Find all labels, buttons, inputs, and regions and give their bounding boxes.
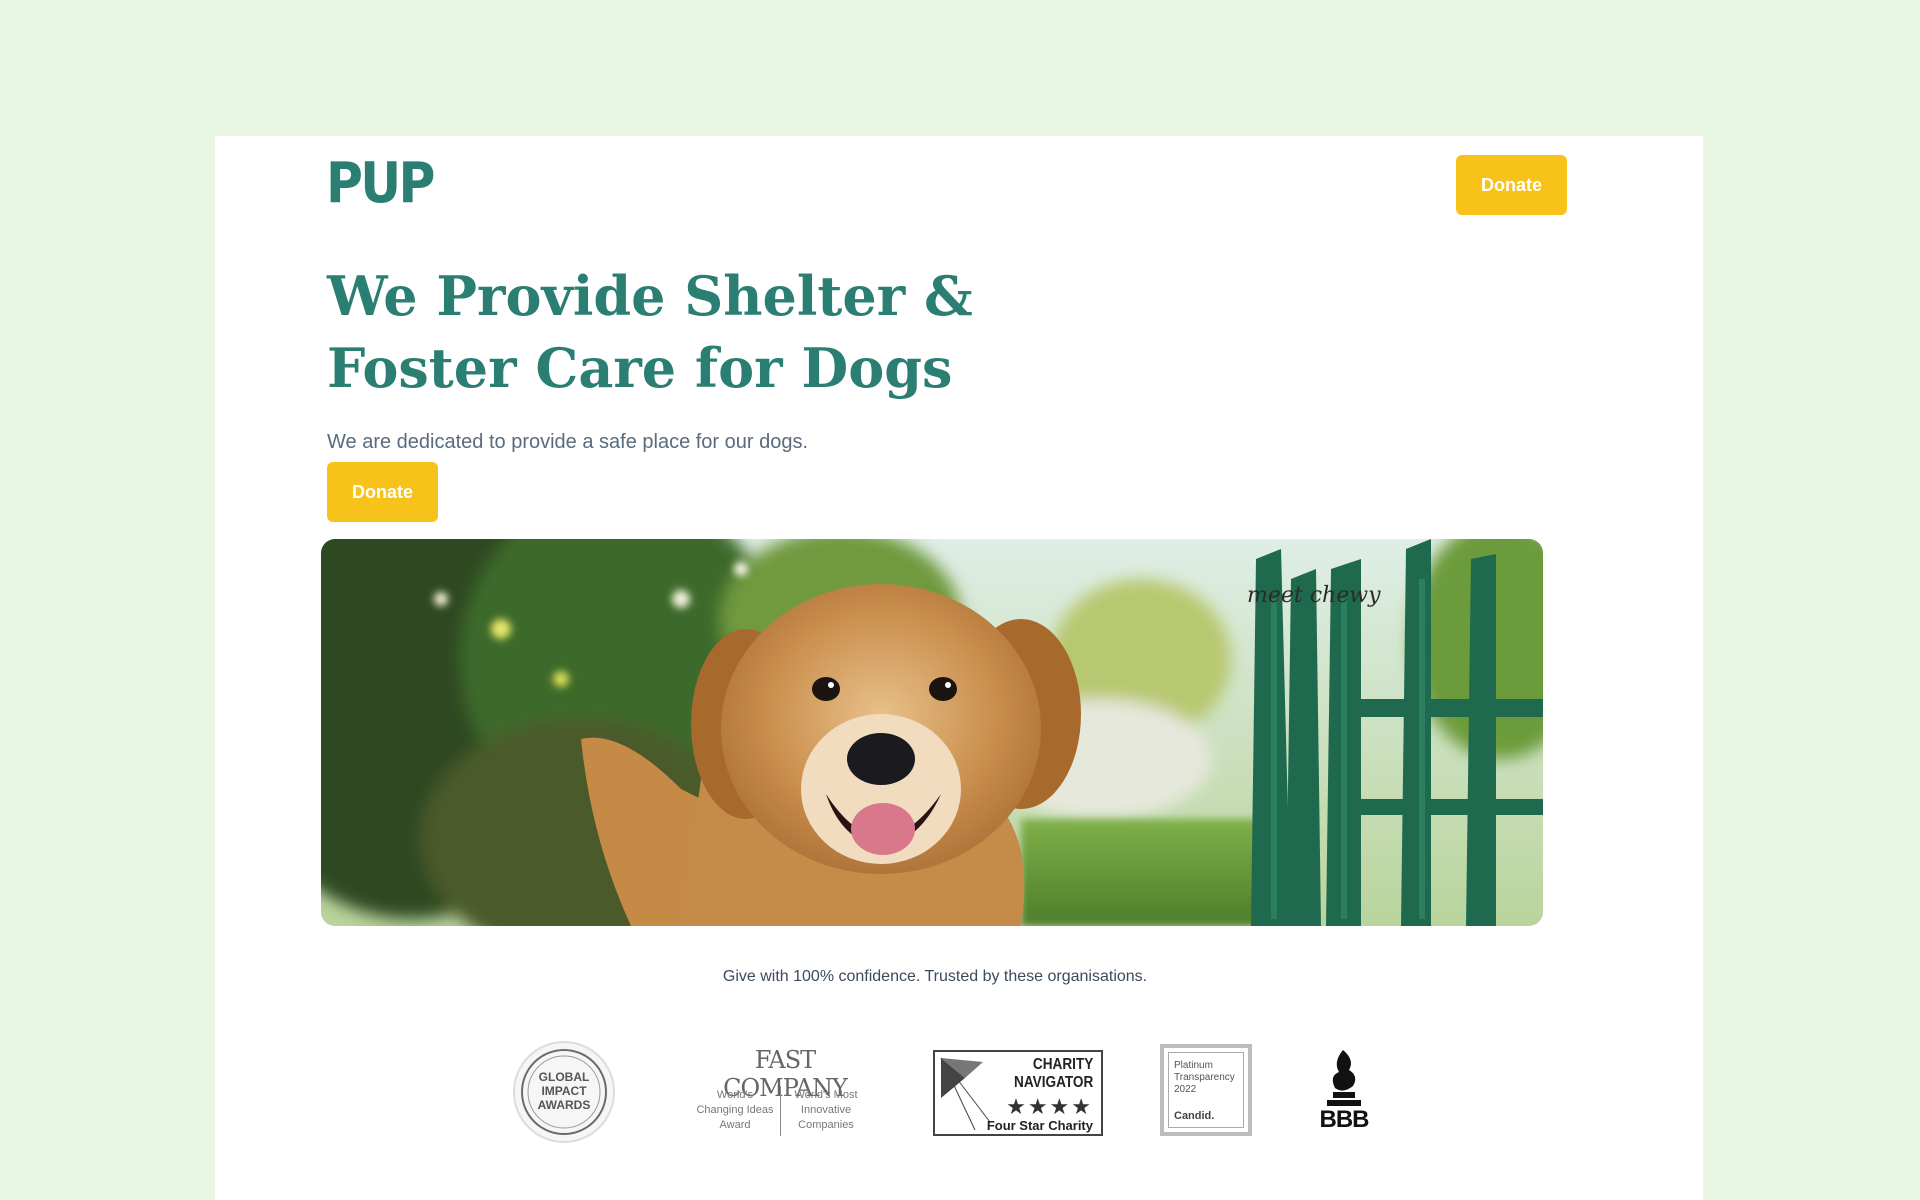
fc-right-l1: World's Most [794, 1089, 858, 1101]
bbb-text: BBB [1319, 1106, 1370, 1133]
hero-dog-photo: meet chewy [321, 539, 1543, 926]
bbb-torch-icon [1327, 1050, 1361, 1106]
fc-left-l1: World's [716, 1089, 754, 1101]
cn-tagline: Four Star Charity [986, 1118, 1093, 1133]
hero-title-line2: Foster Care for Dogs [327, 336, 953, 400]
charity-navigator-logo: CHARITY NAVIGATOR ★★★★ Four Star Charity [933, 1050, 1103, 1136]
fc-left-l3: Award [719, 1119, 751, 1131]
hero-donate-button[interactable]: Donate [327, 462, 438, 522]
nav-donate-button[interactable]: Donate [1456, 155, 1567, 215]
hero-title-line1: We Provide Shelter & [327, 264, 973, 328]
gia-line2: IMPACT [541, 1084, 587, 1098]
global-impact-awards-logo: GLOBAL IMPACT AWARDS [512, 1040, 616, 1149]
cn-stars: ★★★★ [1006, 1094, 1093, 1119]
candid-seal-logo: Platinum Transparency 2022 Candid. [1160, 1044, 1252, 1136]
candid-line2: Transparency [1174, 1072, 1235, 1083]
fc-left-l2: Changing Ideas [696, 1104, 774, 1116]
fast-company-left-caption: World's Changing Ideas Award [695, 1088, 775, 1133]
cn-line1: CHARITY [1032, 1056, 1093, 1073]
hero-title: We Provide Shelter & Foster Care for Dog… [327, 260, 1047, 404]
photo-caption: meet chewy [1247, 583, 1381, 608]
trust-logos: GLOBAL IMPACT AWARDS FAST COMPANY World'… [215, 1038, 1703, 1148]
candid-line1: Platinum [1174, 1060, 1213, 1071]
fast-company-right-caption: World's Most Innovative Companies [786, 1088, 866, 1133]
fast-company-logo: FAST COMPANY World's Changing Ideas Awar… [680, 1046, 870, 1146]
fc-right-l3: Companies [798, 1119, 854, 1131]
gia-line1: GLOBAL [538, 1070, 590, 1084]
candid-brand: Candid. [1174, 1110, 1215, 1122]
gia-line3: AWARDS [537, 1098, 591, 1112]
fc-right-l2: Innovative [800, 1104, 852, 1116]
pup-logo[interactable]: PUP [326, 154, 435, 214]
candid-line3: 2022 [1174, 1084, 1197, 1095]
trust-statement: Give with 100% confidence. Trusted by th… [722, 968, 1148, 985]
bbb-logo: BBB [1313, 1048, 1375, 1140]
page-card: PUP Donate We Provide Shelter & Foster C… [215, 136, 1703, 1200]
cn-line2: NAVIGATOR [1013, 1074, 1093, 1091]
hero-subtitle: We are dedicated to provide a safe place… [327, 431, 809, 453]
fast-company-divider [780, 1086, 781, 1136]
